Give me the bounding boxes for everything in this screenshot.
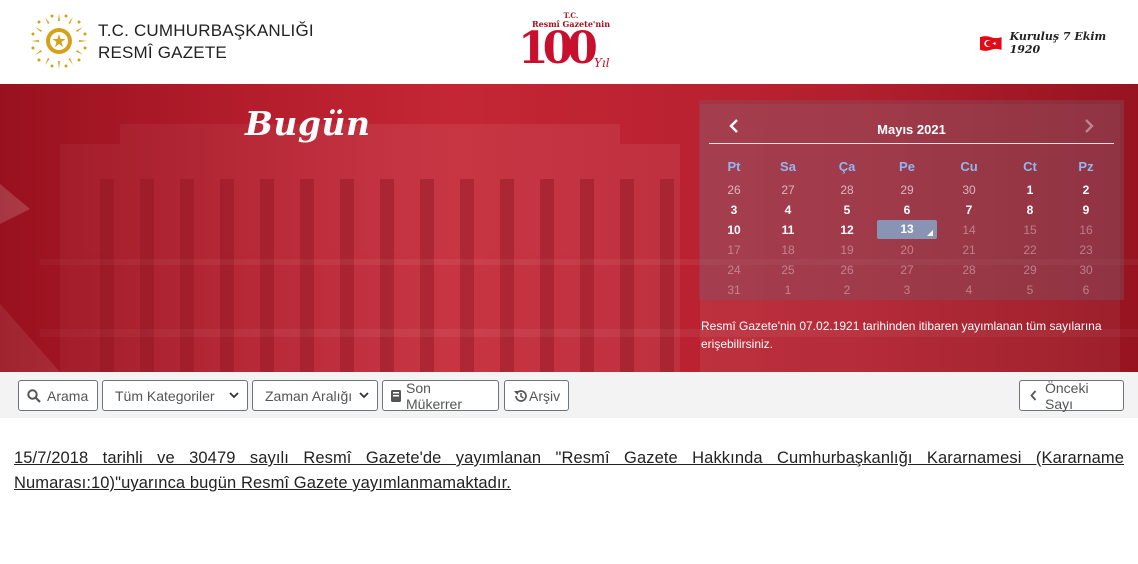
weekday-header: Pe: [899, 159, 915, 174]
calendar-day[interactable]: 27: [887, 262, 927, 278]
previous-issue-label: Önceki Sayı: [1045, 379, 1089, 412]
calendar-day[interactable]: 14: [949, 222, 989, 238]
weekday-header: Ct: [1023, 159, 1037, 174]
search-icon: [27, 388, 41, 403]
weekday-header: Pt: [727, 159, 741, 174]
calendar-day[interactable]: 22: [1010, 242, 1050, 258]
date-range-select[interactable]: Zaman Aralığı: [252, 380, 378, 411]
calendar-day[interactable]: 6: [1066, 282, 1106, 298]
calendar-day[interactable]: 30: [949, 182, 989, 198]
search-button-label: Arama: [47, 387, 89, 404]
search-button[interactable]: Arama: [18, 380, 98, 411]
calendar-day[interactable]: 12: [827, 222, 867, 238]
centenary-suffix: Yıl: [594, 56, 610, 70]
calendar-day[interactable]: 28: [827, 182, 867, 198]
calendar-day[interactable]: 24: [714, 262, 754, 278]
calendar-day[interactable]: 31: [714, 282, 754, 298]
calendar-day[interactable]: 23: [1066, 242, 1106, 258]
calendar-day[interactable]: 20: [887, 242, 927, 258]
chevron-down-icon: [229, 392, 239, 399]
calendar-day[interactable]: 2: [827, 282, 867, 298]
calendar-day[interactable]: 29: [1010, 262, 1050, 278]
calendar-day[interactable]: 15: [1010, 222, 1050, 238]
book-icon: [390, 389, 402, 403]
calendar-day[interactable]: 1: [1010, 182, 1050, 198]
calendar-day[interactable]: 6: [887, 202, 927, 218]
calendar-day[interactable]: 27: [768, 182, 808, 198]
calendar-day[interactable]: 16: [1066, 222, 1106, 238]
calendar-day[interactable]: 5: [1010, 282, 1050, 298]
centenary-logo: T.C. Resmî Gazete'nin 100 Yıl: [516, 10, 626, 76]
hero-title: Bugün: [245, 104, 371, 143]
calendar-day[interactable]: 9: [1066, 202, 1106, 218]
brand-line-1: T.C. CUMHURBAŞKANLIĞI: [98, 21, 314, 40]
calendar-day[interactable]: 2: [1066, 182, 1106, 198]
weekday-header: Pz: [1078, 159, 1094, 174]
calendar-day[interactable]: 19: [827, 242, 867, 258]
calendar-day[interactable]: 29: [887, 182, 927, 198]
calendar-day[interactable]: 28: [949, 262, 989, 278]
turkish-flag-icon: [980, 35, 1002, 51]
calendar-day-selected[interactable]: 13: [877, 220, 937, 239]
date-range-select-value: Zaman Aralığı: [265, 387, 353, 404]
brand-line-2: RESMÎ GAZETE: [98, 43, 227, 62]
calendar-day[interactable]: 30: [1066, 262, 1106, 278]
calendar-day[interactable]: 3: [714, 202, 754, 218]
archive-access-note: Resmî Gazete'nin 07.02.1921 tarihinden i…: [701, 319, 1102, 351]
calendar-day[interactable]: 25: [768, 262, 808, 278]
last-duplicate-label: Son Mükerrer: [406, 379, 463, 412]
site-brand[interactable]: T.C. CUMHURBAŞKANLIĞI RESMÎ GAZETE: [98, 20, 314, 64]
calendar-day[interactable]: 17: [714, 242, 754, 258]
calendar-day[interactable]: 26: [827, 262, 867, 278]
history-icon: [513, 389, 528, 403]
founded-badge: Kuruluş 7 Ekim 1920: [980, 30, 1138, 56]
calendar-day[interactable]: 18: [768, 242, 808, 258]
site-header: T.C. CUMHURBAŞKANLIĞI RESMÎ GAZETE T.C. …: [0, 0, 1138, 84]
chevron-left-icon: [1030, 390, 1037, 401]
calendar-day[interactable]: 5: [827, 202, 867, 218]
calendar-day[interactable]: 4: [768, 202, 808, 218]
weekday-header: Sa: [780, 159, 796, 174]
chevron-right-icon[interactable]: [1084, 119, 1094, 138]
centenary-number: 100: [518, 23, 598, 74]
last-duplicate-button[interactable]: Son Mükerrer: [382, 379, 499, 412]
calendar-day[interactable]: 3: [887, 282, 927, 298]
calendar-header: Mayıs 2021: [709, 100, 1114, 144]
presidential-seal-icon[interactable]: [30, 12, 88, 70]
chevron-down-icon: [359, 392, 369, 399]
weekday-header: Cu: [960, 159, 978, 174]
category-select-value: Tüm Kategoriler: [115, 387, 215, 404]
weekday-header: Ça: [838, 159, 856, 174]
date-picker-calendar: Mayıs 2021 Pt Sa Ça Pe Cu Ct Pz 26 27 28 29 30 1 2 3 4 5…: [699, 100, 1124, 300]
hero-banner: Bugün Mayıs 2021 Pt Sa Ça Pe Cu Ct Pz 26 27 28 29 3…: [0, 84, 1138, 372]
calendar-day[interactable]: 1: [768, 282, 808, 298]
calendar-day[interactable]: 10: [714, 222, 754, 238]
calendar-day[interactable]: 26: [714, 182, 754, 198]
calendar-month-label[interactable]: Mayıs 2021: [709, 122, 1114, 137]
calendar-day[interactable]: 7: [949, 202, 989, 218]
calendar-day[interactable]: 8: [1010, 202, 1050, 218]
previous-issue-button[interactable]: Önceki Sayı: [1019, 379, 1124, 412]
no-publication-notice[interactable]: 15/7/2018 tarihli ve 30479 sayılı Resmî …: [14, 446, 1124, 496]
archive-button-label: Arşiv: [529, 387, 561, 404]
calendar-day[interactable]: 4: [949, 282, 989, 298]
toolbar: Arama Tüm Kategoriler Zaman Aralığı Son …: [0, 372, 1138, 418]
calendar-day[interactable]: 11: [768, 222, 808, 238]
archive-button[interactable]: Arşiv: [504, 380, 569, 411]
calendar-day[interactable]: 21: [949, 242, 989, 258]
category-select[interactable]: Tüm Kategoriler: [102, 380, 248, 411]
founded-text: Kuruluş 7 Ekim 1920: [1009, 30, 1107, 56]
